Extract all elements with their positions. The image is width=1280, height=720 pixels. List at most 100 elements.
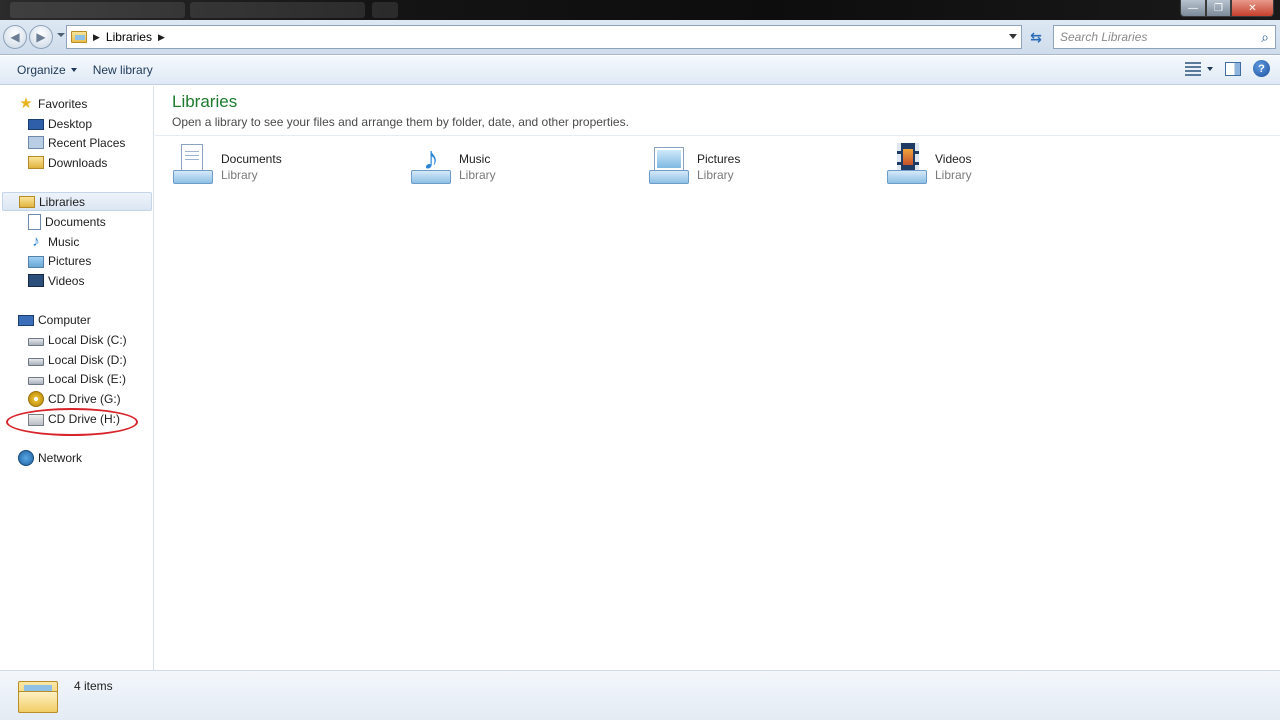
- sidebar-item-label: Network: [38, 450, 83, 465]
- library-name: Pictures: [697, 152, 741, 166]
- libraries-folder-icon: [18, 677, 58, 715]
- sidebar-item-label: Local Disk (C:): [48, 332, 127, 347]
- library-tile-music[interactable]: ♪ Music Library: [409, 142, 639, 190]
- sidebar-item-local-disk-d[interactable]: Local Disk (D:): [0, 350, 153, 369]
- library-tile-videos[interactable]: Videos Library: [885, 142, 1115, 190]
- documents-icon: [28, 213, 41, 230]
- sidebar-item-label: Documents: [45, 214, 106, 229]
- refresh-icon[interactable]: ⇆: [1024, 25, 1048, 49]
- search-icon[interactable]: ⌕: [1255, 27, 1275, 47]
- background-tab: [190, 2, 365, 18]
- command-bar-right: ?: [1185, 60, 1270, 77]
- chevron-down-icon: [1207, 66, 1213, 71]
- library-type: Library: [459, 168, 496, 182]
- command-bar: Organize New library ?: [0, 56, 1280, 85]
- sidebar-item-desktop[interactable]: Desktop: [0, 114, 153, 133]
- libraries-icon: [19, 195, 35, 208]
- sidebar-network[interactable]: Network: [0, 448, 153, 467]
- libraries-folder-icon: [71, 31, 87, 43]
- network-icon: [18, 449, 34, 466]
- organize-button[interactable]: Organize: [9, 59, 85, 81]
- preview-pane-icon[interactable]: [1225, 61, 1241, 76]
- breadcrumb-chevron-icon[interactable]: ▶: [158, 32, 165, 43]
- library-header: Libraries Open a library to see your fil…: [172, 92, 629, 129]
- new-library-button[interactable]: New library: [85, 59, 161, 81]
- sidebar-favorites[interactable]: ★ Favorites: [0, 94, 153, 113]
- cd-icon: [28, 390, 44, 407]
- library-type: Library: [935, 168, 972, 182]
- sidebar-item-label: Downloads: [48, 155, 108, 170]
- videos-library-icon: [885, 142, 929, 186]
- change-view-icon: [1185, 61, 1201, 76]
- pictures-icon: [28, 255, 44, 268]
- disk-icon: [28, 377, 44, 385]
- sidebar-item-documents[interactable]: Documents: [0, 212, 153, 231]
- sidebar-item-label: Desktop: [48, 116, 93, 131]
- background-tab: [372, 2, 398, 18]
- close-button[interactable]: ✕: [1231, 0, 1274, 17]
- navigation-pane: ★ Favorites Desktop Recent Places Downlo…: [0, 86, 154, 670]
- sidebar-item-pictures[interactable]: Pictures: [0, 251, 153, 270]
- documents-library-icon: [171, 142, 215, 186]
- address-dropdown-icon[interactable]: [1009, 34, 1017, 39]
- help-icon[interactable]: ?: [1253, 60, 1270, 77]
- sidebar-item-label: Local Disk (E:): [48, 371, 127, 386]
- sidebar-item-label: Favorites: [38, 96, 88, 111]
- page-subtitle: Open a library to see your files and arr…: [172, 115, 629, 129]
- sidebar-item-cd-drive-g[interactable]: CD Drive (G:): [0, 389, 153, 408]
- disk-icon: [28, 358, 44, 366]
- library-tile-documents[interactable]: Documents Library: [171, 142, 401, 190]
- new-library-label: New library: [92, 63, 153, 77]
- search-box[interactable]: Search Libraries ⌕: [1053, 25, 1276, 49]
- forward-button[interactable]: ▶: [29, 25, 53, 49]
- address-bar[interactable]: ▶ Libraries ▶: [66, 25, 1022, 49]
- star-icon: ★: [19, 94, 33, 112]
- recent-pages-dropdown[interactable]: [57, 33, 65, 37]
- sidebar-item-music[interactable]: ♪ Music: [0, 232, 153, 251]
- sidebar-item-label: Libraries: [39, 194, 86, 209]
- breadcrumb-chevron-icon[interactable]: ▶: [93, 32, 100, 43]
- sidebar-item-downloads[interactable]: Downloads: [0, 153, 153, 172]
- page-title: Libraries: [172, 92, 238, 111]
- chevron-down-icon: [70, 68, 77, 72]
- sidebar-item-videos[interactable]: Videos: [0, 271, 153, 290]
- content-pane: Libraries Open a library to see your fil…: [155, 86, 1280, 670]
- title-bar: — ❐ ✕: [0, 0, 1280, 20]
- highlight-annotation: [6, 408, 138, 436]
- divider: [155, 135, 1280, 136]
- search-input[interactable]: Search Libraries: [1060, 30, 1255, 44]
- sidebar-item-local-disk-e[interactable]: Local Disk (E:): [0, 369, 153, 388]
- downloads-icon: [28, 156, 44, 169]
- item-count: 4 items: [74, 679, 113, 693]
- library-name: Music: [459, 152, 491, 166]
- sidebar-libraries[interactable]: Libraries: [2, 192, 152, 211]
- breadcrumb-libraries[interactable]: Libraries: [106, 30, 152, 44]
- music-library-icon: ♪: [409, 142, 453, 186]
- minimize-button[interactable]: —: [1180, 0, 1206, 17]
- music-icon: ♪: [32, 232, 40, 250]
- back-button[interactable]: ◀: [3, 25, 27, 49]
- organize-label: Organize: [17, 63, 66, 77]
- library-type: Library: [221, 168, 258, 182]
- pictures-library-icon: [647, 142, 691, 186]
- recent-places-icon: [28, 136, 44, 149]
- library-tile-pictures[interactable]: Pictures Library: [647, 142, 877, 190]
- sidebar-computer[interactable]: Computer: [0, 310, 153, 329]
- sidebar-item-label: Computer: [38, 312, 91, 327]
- change-view-button[interactable]: [1185, 61, 1213, 76]
- library-type: Library: [697, 168, 734, 182]
- explorer-window: — ❐ ✕ ◀ ▶ ▶ Libraries ▶ ⇆ Search Librari…: [0, 0, 1280, 720]
- sidebar-item-label: Pictures: [48, 253, 92, 268]
- library-name: Documents: [221, 152, 282, 166]
- sidebar-item-label: Videos: [48, 273, 85, 288]
- computer-icon: [18, 314, 34, 326]
- sidebar-item-label: Recent Places: [48, 135, 126, 150]
- desktop-icon: [28, 119, 44, 130]
- sidebar-item-local-disk-c[interactable]: Local Disk (C:): [0, 330, 153, 349]
- sidebar-item-recent-places[interactable]: Recent Places: [0, 133, 153, 152]
- maximize-button[interactable]: ❐: [1206, 0, 1231, 17]
- navigation-bar: ◀ ▶ ▶ Libraries ▶ ⇆ Search Libraries ⌕: [0, 20, 1280, 55]
- sidebar-item-label: Music: [48, 234, 80, 249]
- sidebar-item-label: CD Drive (G:): [48, 391, 121, 406]
- library-name: Videos: [935, 152, 972, 166]
